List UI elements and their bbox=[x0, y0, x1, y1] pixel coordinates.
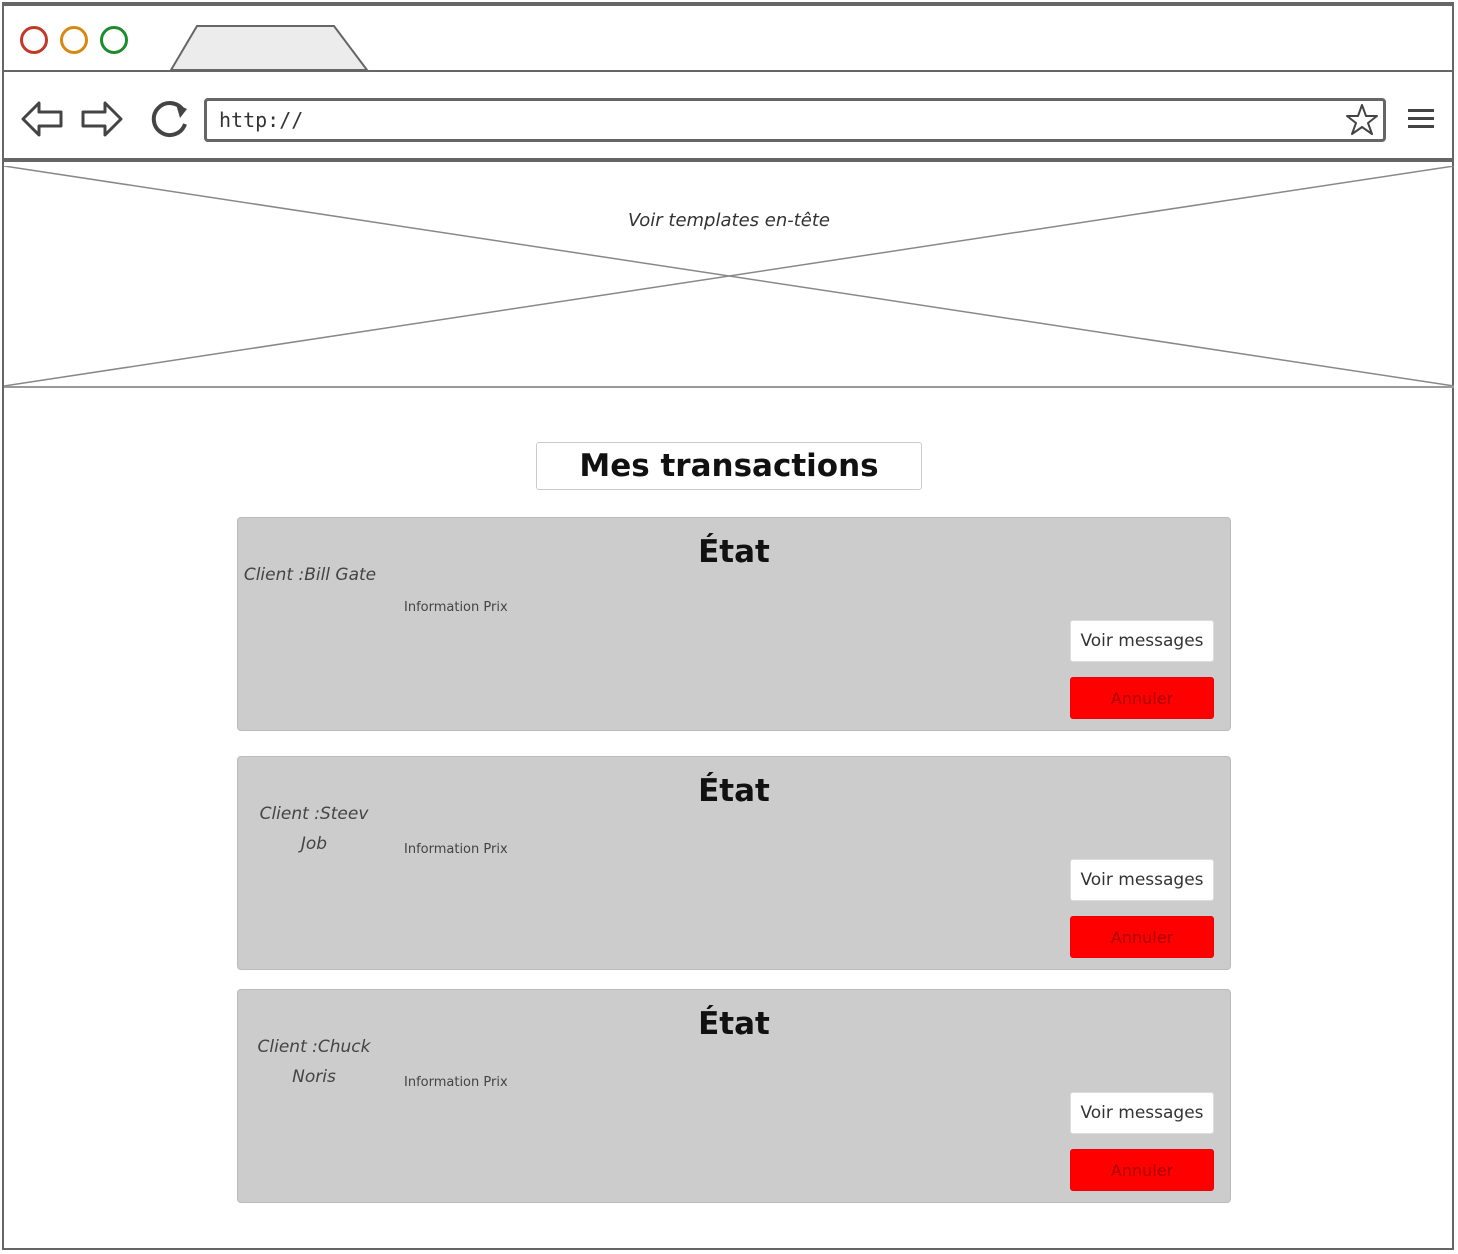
client-name-line: Client :Bill Gate bbox=[243, 565, 377, 585]
browser-toolbar bbox=[4, 72, 1454, 162]
transaction-state: État bbox=[698, 1006, 770, 1042]
transaction-card: État Client :Chuck Noris Information Pri… bbox=[237, 989, 1231, 1203]
cancel-button[interactable]: Annuler bbox=[1070, 916, 1214, 958]
cancel-button[interactable]: Annuler bbox=[1070, 1149, 1214, 1191]
maximize-window-icon[interactable] bbox=[100, 26, 128, 54]
minimize-window-icon[interactable] bbox=[60, 26, 88, 54]
client-name-line: Noris bbox=[292, 1067, 336, 1087]
header-image-placeholder: Voir templates en-tête bbox=[4, 166, 1454, 388]
bookmark-star-icon[interactable] bbox=[1344, 102, 1380, 138]
transaction-card: État Client :Steev Job Information Prix … bbox=[237, 756, 1231, 970]
price-info: Information Prix bbox=[404, 600, 508, 615]
price-info: Information Prix bbox=[404, 842, 508, 857]
client-name: Client :Bill Gate bbox=[240, 560, 380, 590]
placeholder-cross-icon bbox=[4, 166, 1454, 386]
close-window-icon[interactable] bbox=[20, 26, 48, 54]
transaction-state: État bbox=[698, 773, 770, 809]
url-input[interactable] bbox=[204, 98, 1386, 142]
header-placeholder-label: Voir templates en-tête bbox=[628, 210, 830, 231]
forward-arrow-icon[interactable] bbox=[78, 96, 126, 142]
page-title: Mes transactions bbox=[536, 442, 922, 490]
client-name-line: Client :Chuck bbox=[257, 1037, 371, 1057]
title-bar bbox=[4, 4, 1454, 72]
client-name-line: Client :Steev bbox=[259, 804, 369, 824]
back-arrow-icon[interactable] bbox=[18, 96, 66, 142]
hamburger-menu-icon[interactable] bbox=[1406, 106, 1436, 132]
client-name: Client :Steev Job bbox=[244, 799, 384, 859]
transaction-state: État bbox=[698, 534, 770, 570]
view-messages-button[interactable]: Voir messages bbox=[1070, 1092, 1214, 1134]
transaction-card: État Client :Bill Gate Information Prix … bbox=[237, 517, 1231, 731]
client-name: Client :Chuck Noris bbox=[244, 1032, 384, 1092]
price-info: Information Prix bbox=[404, 1075, 508, 1090]
view-messages-button[interactable]: Voir messages bbox=[1070, 859, 1214, 901]
cancel-button[interactable]: Annuler bbox=[1070, 677, 1214, 719]
reload-icon[interactable] bbox=[146, 96, 194, 142]
view-messages-button[interactable]: Voir messages bbox=[1070, 620, 1214, 662]
client-name-line: Job bbox=[300, 834, 328, 854]
browser-tab[interactable] bbox=[169, 24, 369, 72]
